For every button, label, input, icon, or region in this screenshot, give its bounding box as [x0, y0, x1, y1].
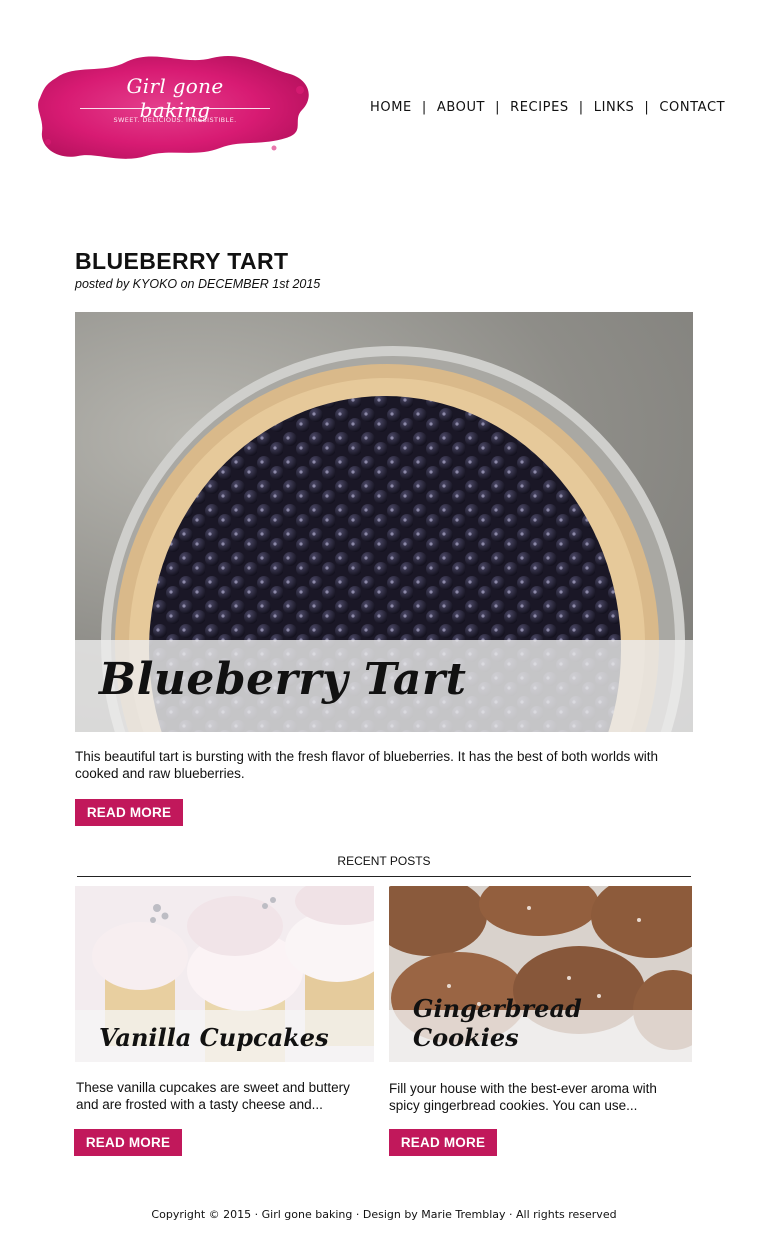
logo-title: Girl gone baking [126, 74, 224, 122]
footer-copyright: Copyright © 2015 · Girl gone baking · De… [151, 1208, 617, 1221]
nav-links[interactable]: LINKS [594, 100, 635, 115]
nav-separator: | [495, 99, 501, 115]
nav-recipes[interactable]: RECIPES [510, 100, 569, 115]
divider [77, 876, 691, 877]
site-logo[interactable]: Girl gone baking SWEET. DELICIOUS. IRRES… [34, 44, 316, 168]
post-title[interactable]: BLUEBERRY TART [75, 248, 288, 275]
nav-separator: | [578, 99, 584, 115]
logo-tagline: SWEET. DELICIOUS. IRRESISTIBLE. [113, 116, 237, 124]
image-caption: Vanilla Cupcakes [99, 1023, 329, 1052]
post-excerpt: This beautiful tart is bursting with the… [75, 749, 659, 781]
recent-post-excerpt: These vanilla cupcakes are sweet and but… [76, 1080, 350, 1112]
image-caption: Gingerbread Cookies [413, 994, 582, 1052]
nav-separator: | [421, 99, 427, 115]
recent-posts-heading: RECENT POSTS [337, 854, 431, 868]
post-meta: posted by KYOKO on DECEMBER 1st 2015 [75, 277, 321, 291]
read-more-button[interactable]: READ MORE [75, 799, 183, 826]
nav-home[interactable]: HOME [370, 100, 412, 115]
read-more-button[interactable]: READ MORE [74, 1129, 182, 1156]
recent-post-image-cupcakes[interactable]: Vanilla Cupcakes [75, 886, 374, 1062]
nav-separator: | [644, 99, 650, 115]
logo-divider [80, 108, 270, 109]
main-nav: HOME | ABOUT | RECIPES | LINKS | CONTACT [370, 98, 725, 116]
read-more-button[interactable]: READ MORE [389, 1129, 497, 1156]
image-caption: Blueberry Tart [99, 654, 467, 705]
nav-about[interactable]: ABOUT [437, 100, 485, 115]
nav-contact[interactable]: CONTACT [659, 100, 725, 115]
recent-post-excerpt: Fill your house with the best-ever aroma… [389, 1081, 657, 1113]
featured-post-image[interactable]: Blueberry Tart [75, 312, 693, 732]
recent-post-image-gingerbread[interactable]: Gingerbread Cookies [389, 886, 692, 1062]
